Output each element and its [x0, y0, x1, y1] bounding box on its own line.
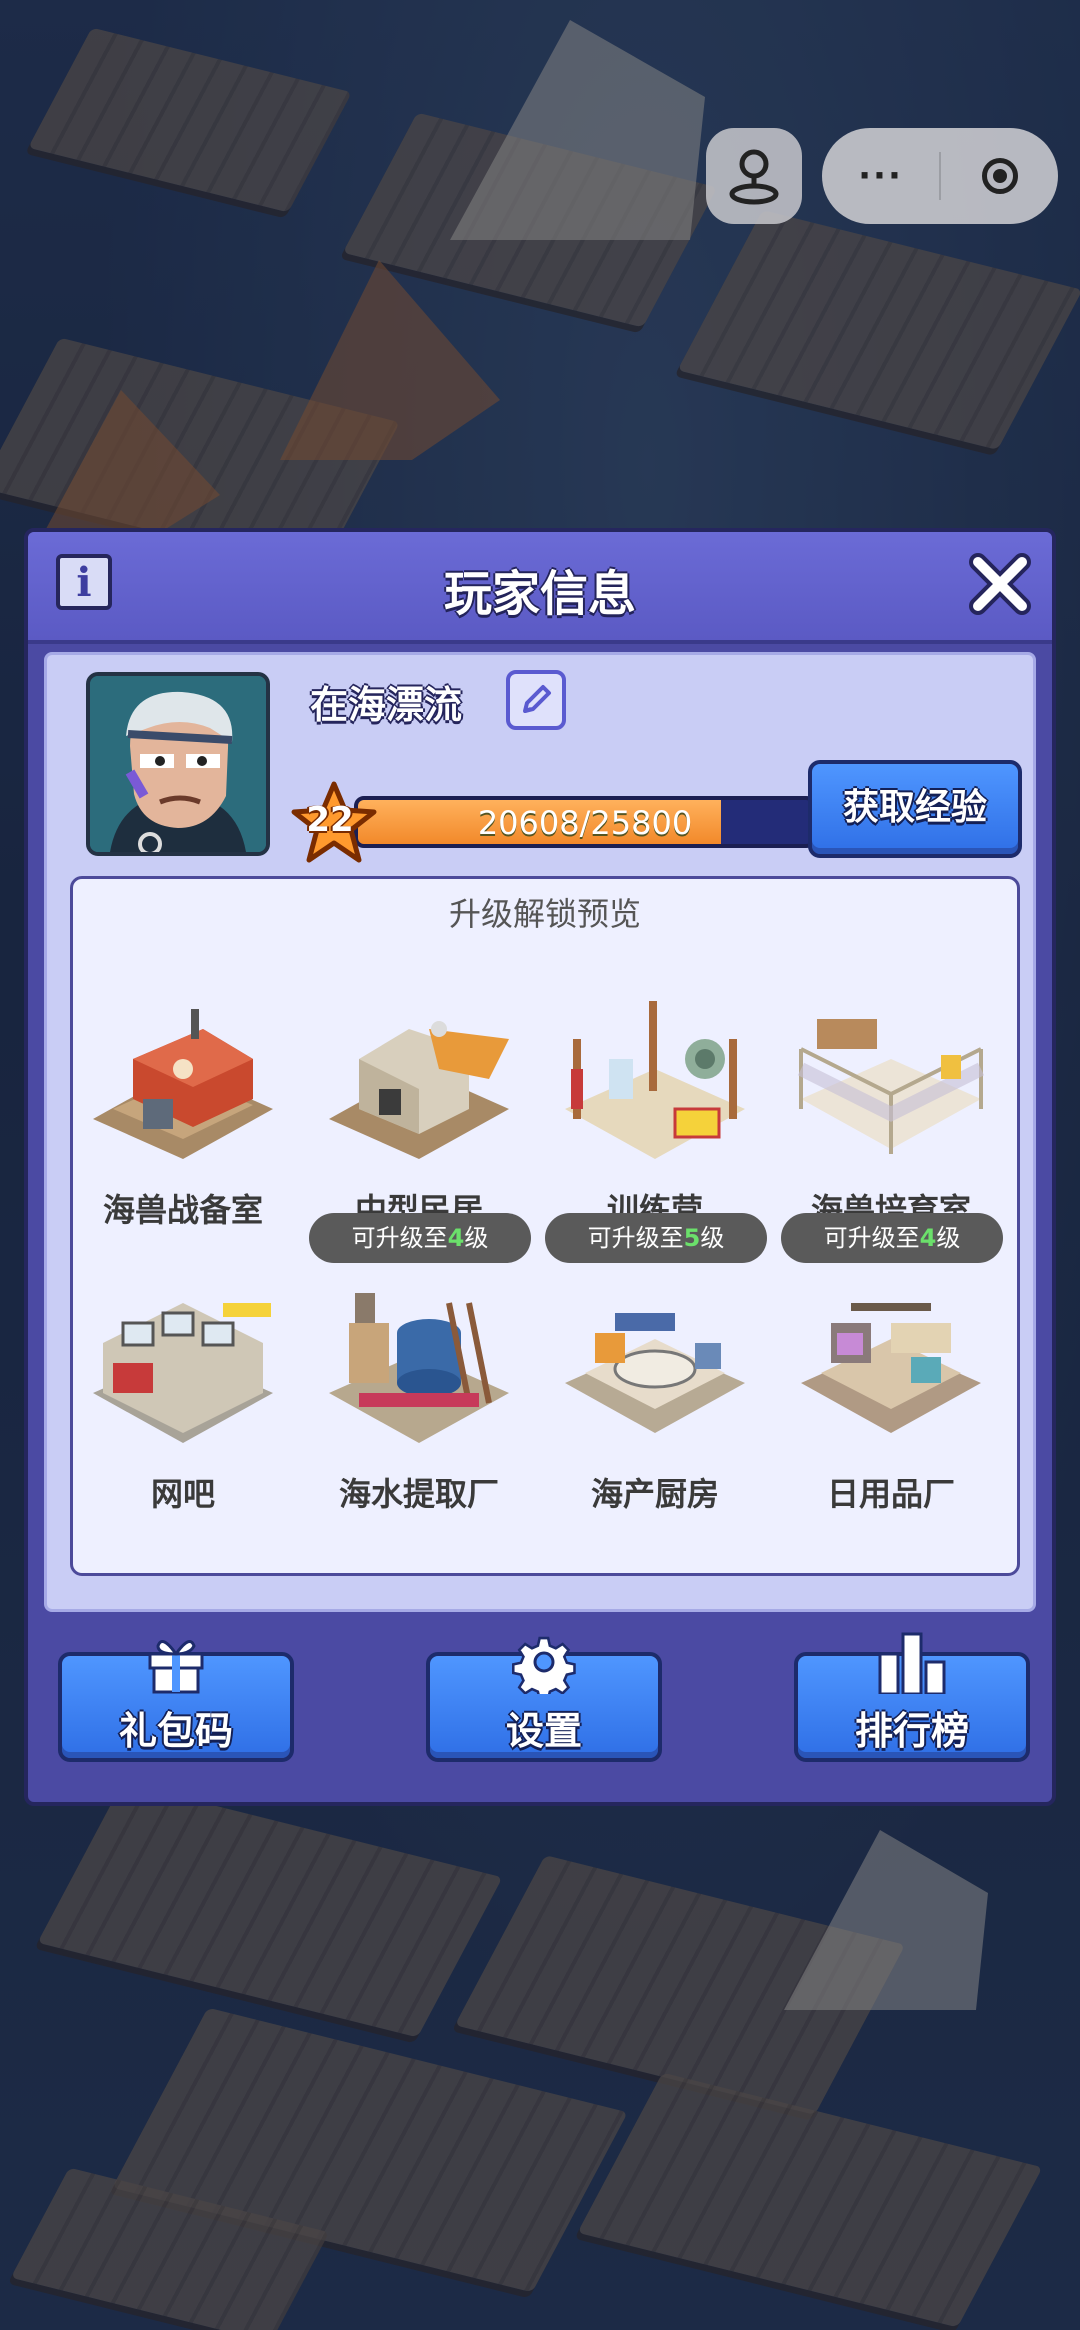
avatar[interactable]	[86, 672, 270, 856]
upgrade-badge: 可升级至5级	[545, 1213, 767, 1263]
upgrade-badge: 可升级至4级	[781, 1213, 1003, 1263]
xp-progress-bar: 20608/25800	[354, 796, 816, 848]
house-building-icon	[329, 1021, 509, 1159]
joystick-icon	[729, 149, 779, 205]
building-card[interactable]: 中型民居	[309, 999, 529, 1249]
building-card[interactable]: 可升级至5级 海产厨房	[545, 1213, 767, 1533]
joystick-button[interactable]	[706, 128, 802, 224]
building-name: 网吧	[150, 1475, 215, 1513]
building-card[interactable]: 海兽培育室	[781, 999, 1001, 1249]
breeding-room-building-icon	[797, 1019, 985, 1154]
player-name: 在海漂流	[310, 683, 463, 727]
building-name: 海兽战备室	[102, 1191, 263, 1229]
settings-label: 设置	[505, 1709, 582, 1753]
target-icon	[981, 158, 1018, 194]
building-name: 海产厨房	[590, 1475, 719, 1513]
leaderboard-button[interactable]: 排行榜	[794, 1632, 1030, 1762]
training-camp-building-icon	[565, 1001, 745, 1159]
gift-code-label: 礼包码	[118, 1709, 233, 1753]
building-card[interactable]: 可升级至4级 海水提取厂	[309, 1213, 531, 1533]
battle-room-building-icon	[93, 1009, 273, 1159]
seawater-plant-building-icon	[329, 1293, 509, 1443]
building-name: 海水提取厂	[338, 1475, 499, 1513]
upgrade-preview-panel: 升级解锁预览 海兽战备室 中型民居 训练营 海兽培育室 网吧 可升级至4级 海水…	[70, 876, 1020, 1576]
upgrade-badge: 可升级至4级	[309, 1213, 531, 1263]
player-info-dialog: i 玩家信息 在海漂流 20608/25800 22 获取经验 升级解锁预览 海…	[24, 528, 1056, 1806]
mini-program-capsule: ···	[822, 128, 1058, 224]
seafood-kitchen-building-icon	[565, 1313, 745, 1433]
building-card[interactable]: 训练营	[545, 999, 765, 1249]
daily-goods-factory-building-icon	[801, 1303, 981, 1433]
dialog-header: i 玩家信息	[28, 532, 1052, 644]
more-dots-icon: ···	[858, 156, 903, 196]
close-icon[interactable]	[964, 548, 1036, 620]
bar-chart-icon	[878, 1632, 946, 1694]
exit-button[interactable]	[941, 128, 1058, 224]
edit-name-button[interactable]	[506, 670, 566, 730]
preview-title: 升级解锁预览	[448, 895, 641, 933]
get-xp-button[interactable]: 获取经验	[808, 760, 1022, 858]
building-card[interactable]: 海兽战备室	[73, 999, 293, 1249]
building-name: 日用品厂	[826, 1475, 955, 1513]
pencil-icon	[523, 685, 551, 713]
internet-cafe-building-icon	[93, 1303, 273, 1443]
building-card[interactable]: 可升级至4级 日用品厂	[781, 1213, 1003, 1533]
gift-code-button[interactable]: 礼包码	[58, 1640, 294, 1762]
player-level: 22	[306, 800, 354, 840]
gift-icon	[148, 1640, 204, 1694]
settings-button[interactable]: 设置	[426, 1636, 662, 1762]
more-button[interactable]: ···	[822, 128, 939, 224]
building-card[interactable]: 网吧	[73, 1283, 293, 1533]
gear-icon	[512, 1636, 576, 1694]
leaderboard-label: 排行榜	[854, 1709, 969, 1753]
xp-text: 20608/25800	[477, 804, 693, 842]
dialog-title: 玩家信息	[443, 566, 636, 622]
